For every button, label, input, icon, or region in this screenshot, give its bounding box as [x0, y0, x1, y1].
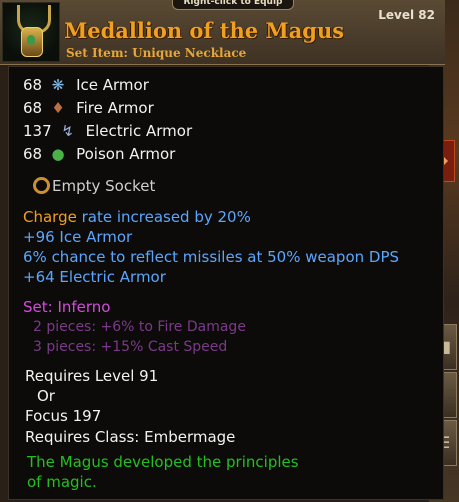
- flavor-text-line-1: The Magus developed the principles: [27, 453, 299, 471]
- flame-icon: ♦: [51, 99, 65, 117]
- armor-value: 68: [23, 76, 43, 94]
- item-title: Medallion of the Magus: [64, 18, 345, 43]
- snowflake-icon: ❋: [51, 76, 65, 94]
- item-subtitle: Set Item: Unique Necklace: [66, 46, 247, 60]
- equip-hint: Right-click to Equip: [172, 0, 294, 10]
- charge-rest: rate increased by 20%: [76, 208, 251, 226]
- armor-label: Fire Armor: [76, 99, 154, 117]
- requirement-or: Or: [37, 387, 55, 405]
- armor-label: Electric Armor: [85, 122, 193, 140]
- charge-keyword: Charge: [23, 208, 77, 226]
- requirement-level: Requires Level 91: [25, 367, 159, 385]
- set-bonus-3: 3 pieces: +15% Cast Speed: [33, 339, 228, 355]
- poison-icon: ●: [51, 145, 65, 163]
- mod-charge-rate: Charge rate increased by 20%: [23, 208, 251, 226]
- armor-row-ice: 68 ❋ Ice Armor: [23, 76, 149, 96]
- armor-row-electric: 137 ↯ Electric Armor: [23, 122, 192, 142]
- mod-ice-armor: +96 Ice Armor: [23, 228, 133, 246]
- requirement-class: Requires Class: Embermage: [25, 428, 236, 446]
- empty-socket: Empty Socket: [33, 177, 155, 195]
- set-bonus-2: 2 pieces: +6% to Fire Damage: [33, 319, 246, 335]
- mod-electric-armor: +64 Electric Armor: [23, 268, 166, 286]
- flavor-text-line-2: of magic.: [27, 473, 97, 491]
- lightning-icon: ↯: [61, 122, 74, 140]
- socket-label: Empty Socket: [52, 177, 156, 195]
- armor-label: Ice Armor: [76, 76, 149, 94]
- tooltip-body: 68 ❋ Ice Armor 68 ♦ Fire Armor 137 ↯ Electric …: [8, 66, 444, 500]
- armor-value: 137: [23, 122, 52, 140]
- item-level: Level 82: [378, 8, 435, 22]
- mod-reflect-missiles: 6% chance to reflect missiles at 50% wea…: [23, 248, 400, 266]
- armor-row-fire: 68 ♦ Fire Armor: [23, 99, 154, 119]
- requirement-focus: Focus 197: [25, 407, 102, 425]
- armor-label: Poison Armor: [76, 145, 176, 163]
- tooltip-header: Right-click to Equip Medallion of the Ma…: [0, 0, 445, 65]
- socket-ring-icon: [33, 177, 50, 194]
- armor-value: 68: [23, 99, 43, 117]
- necklace-icon: [2, 2, 60, 62]
- armor-row-poison: 68 ● Poison Armor: [23, 145, 175, 165]
- armor-value: 68: [23, 145, 43, 163]
- set-name: Set: Inferno: [23, 298, 111, 316]
